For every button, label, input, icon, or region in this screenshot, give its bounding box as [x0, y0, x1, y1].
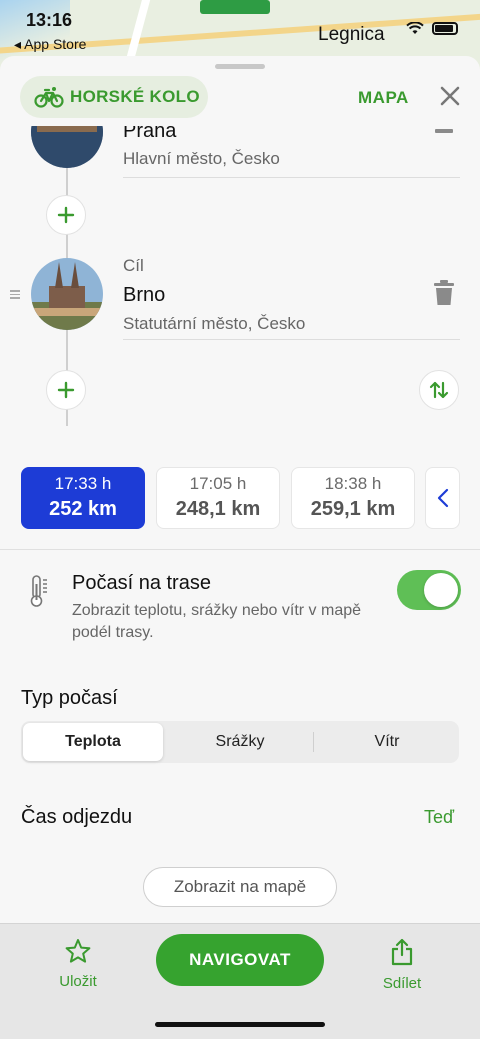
- row-divider: [123, 339, 460, 340]
- home-indicator[interactable]: [155, 1022, 325, 1027]
- plus-icon: [57, 206, 75, 224]
- route-planner-sheet: HORSKÉ KOLO MAPA Praha Hlavní město, Čes…: [0, 56, 480, 1039]
- drag-handle-icon[interactable]: [10, 288, 20, 301]
- weather-title: Počasí na trase: [72, 572, 211, 594]
- waypoint-name[interactable]: Praha: [123, 126, 176, 143]
- route-duration: 17:33 h: [54, 474, 112, 493]
- route-option-card[interactable]: 17:05 h 248,1 km: [156, 467, 280, 529]
- segment-wind[interactable]: Vítr: [317, 723, 457, 761]
- trash-icon[interactable]: [433, 126, 455, 142]
- section-divider: [0, 549, 480, 550]
- map-button[interactable]: MAPA: [358, 88, 409, 108]
- departure-label: Čas odjezdu: [21, 806, 133, 828]
- route-distance: 259,1 km: [310, 498, 396, 520]
- status-bar: 13:16 ◂ App Store Legnica: [0, 0, 480, 56]
- route-distance: 248,1 km: [175, 498, 261, 520]
- sheet-content: Praha Hlavní město, Česko Cíl Brno Statu…: [0, 126, 480, 926]
- segment-precipitation[interactable]: Srážky: [170, 723, 310, 761]
- waypoint-subtitle: Statutární město, Česko: [123, 314, 306, 333]
- row-divider: [123, 177, 460, 178]
- route-duration: 18:38 h: [324, 474, 382, 493]
- trash-icon[interactable]: [433, 280, 455, 306]
- waypoint-photo-brno: [31, 258, 103, 330]
- weather-toggle[interactable]: [397, 570, 461, 610]
- segment-temperature[interactable]: Teplota: [23, 723, 163, 761]
- weather-type-segmented-control: Teplota Srážky Vítr: [21, 721, 459, 763]
- add-waypoint-button[interactable]: [46, 370, 86, 410]
- share-icon: [391, 938, 413, 966]
- route-option-card[interactable]: 17:33 h 252 km: [21, 467, 145, 529]
- swap-waypoints-button[interactable]: [419, 370, 459, 410]
- more-routes-button[interactable]: [425, 467, 460, 529]
- thermometer-icon: [30, 575, 47, 607]
- star-icon: [65, 939, 91, 963]
- departure-time-value[interactable]: Teď: [424, 807, 454, 828]
- route-option-card[interactable]: 18:38 h 259,1 km: [291, 467, 415, 529]
- plus-icon: [57, 381, 75, 399]
- waypoint-photo-praha: [31, 126, 103, 168]
- wifi-icon: [406, 22, 424, 34]
- back-to-app-store[interactable]: ◂ App Store: [14, 36, 86, 53]
- swap-arrows-icon: [429, 381, 449, 399]
- route-duration: 17:05 h: [189, 474, 247, 493]
- save-label: Uložit: [59, 973, 97, 990]
- show-on-map-button[interactable]: Zobrazit na mapě: [143, 867, 337, 907]
- profile-label: HORSKÉ KOLO: [70, 87, 200, 106]
- bottom-action-bar: Uložit NAVIGOVAT Sdílet: [0, 923, 480, 1039]
- sheet-header: HORSKÉ KOLO MAPA: [0, 76, 480, 120]
- map-city-label: Legnica: [318, 24, 385, 45]
- profile-chip[interactable]: HORSKÉ KOLO: [20, 76, 208, 118]
- share-label: Sdílet: [382, 975, 422, 992]
- waypoint-subtitle: Hlavní město, Česko: [123, 149, 280, 168]
- waypoint-name[interactable]: Brno: [123, 284, 165, 307]
- add-waypoint-button[interactable]: [46, 195, 86, 235]
- share-button[interactable]: Sdílet: [362, 938, 442, 992]
- navigate-button[interactable]: NAVIGOVAT: [156, 934, 324, 986]
- battery-icon: [432, 22, 458, 35]
- weather-description: Zobrazit teplotu, srážky nebo vítr v map…: [72, 602, 362, 641]
- sheet-grabber[interactable]: [215, 64, 265, 69]
- save-button[interactable]: Uložit: [38, 938, 118, 990]
- close-icon[interactable]: [436, 82, 464, 110]
- chevron-left-icon: [437, 488, 448, 508]
- bicycle-icon: [34, 87, 64, 108]
- weather-type-title: Typ počasí: [21, 687, 118, 709]
- route-distance: 252 km: [49, 498, 117, 520]
- waypoint-role: Cíl: [123, 256, 144, 275]
- status-time: 13:16: [26, 10, 73, 30]
